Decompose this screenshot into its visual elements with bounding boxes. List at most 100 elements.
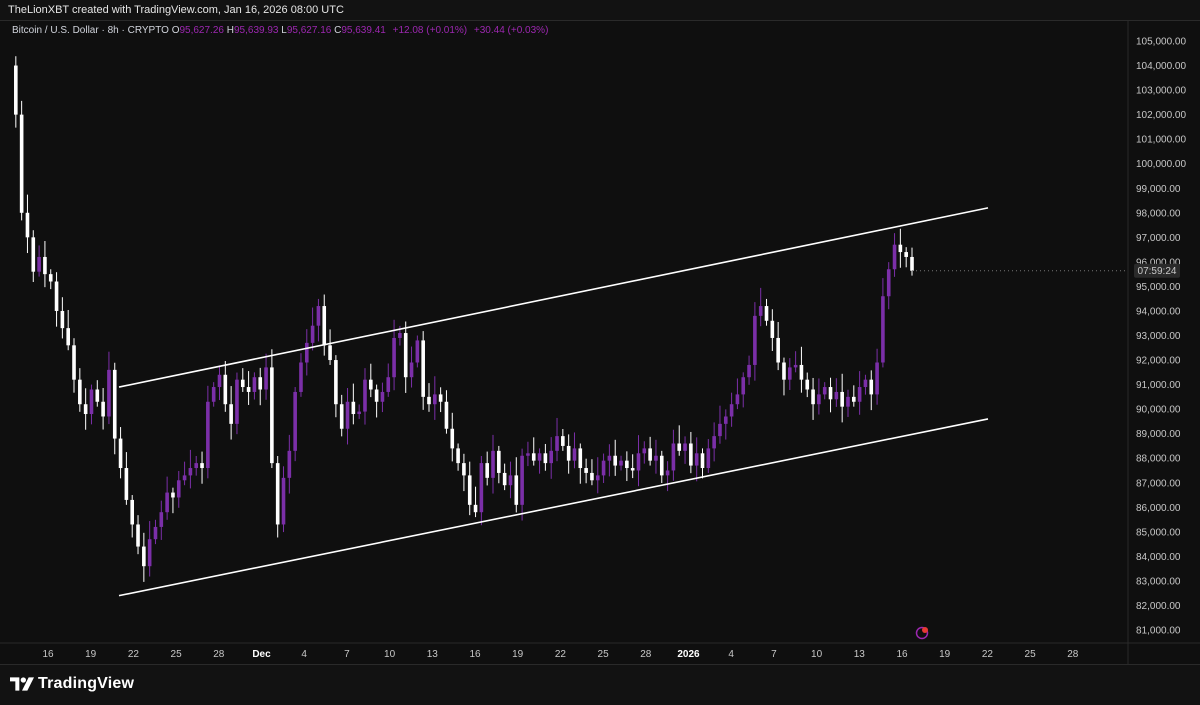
x-tick-label: 2026 — [677, 649, 700, 660]
candle-body — [834, 391, 839, 400]
candle-body — [299, 362, 303, 392]
candle-body — [595, 475, 600, 481]
candle-body — [811, 389, 815, 405]
candle-body — [648, 448, 652, 461]
candle-body — [78, 379, 82, 405]
y-tick-label: 82,000.00 — [1136, 601, 1181, 612]
candle-body — [194, 463, 199, 469]
candle-body — [188, 468, 193, 476]
y-tick-label: 85,000.00 — [1136, 527, 1181, 538]
candle-body — [555, 436, 559, 451]
candle-body — [363, 379, 367, 412]
y-tick-label: 88,000.00 — [1136, 454, 1181, 465]
candle-body — [118, 438, 123, 469]
y-tick-label: 83,000.00 — [1136, 576, 1181, 587]
candle-body — [339, 404, 344, 429]
tradingview-brand: TradingView — [38, 675, 135, 692]
candle-body — [683, 443, 687, 451]
legend-high-label: H — [226, 25, 234, 36]
candle-body — [438, 394, 443, 402]
x-tick-label: 19 — [85, 649, 97, 660]
candle-body — [101, 401, 105, 417]
candle-body — [828, 387, 833, 400]
candle-body — [246, 387, 251, 392]
candle-body — [54, 281, 59, 311]
candle-body — [206, 401, 210, 469]
candle-body — [235, 379, 239, 424]
y-tick-label: 90,000.00 — [1136, 405, 1181, 416]
candle-body — [881, 296, 885, 363]
candle-body — [491, 450, 495, 478]
candle-body — [910, 256, 914, 271]
candle-body — [182, 475, 187, 481]
y-tick-label: 93,000.00 — [1136, 331, 1181, 342]
tradingview-logo[interactable]: TradingView — [10, 675, 134, 693]
candle-body — [886, 269, 891, 297]
candle-body — [200, 463, 204, 469]
candle-body — [613, 455, 618, 466]
candle-body — [334, 360, 338, 405]
candle-body — [729, 404, 734, 417]
y-tick-label: 87,000.00 — [1136, 478, 1181, 489]
event-marker-icon[interactable] — [915, 626, 929, 640]
candle-body — [514, 475, 519, 505]
candle-body — [409, 362, 414, 378]
x-tick-label: 22 — [128, 649, 140, 660]
x-tick-label: 28 — [213, 649, 225, 660]
candle-body — [467, 475, 472, 505]
candle-body — [799, 364, 804, 380]
candle-body — [787, 367, 792, 380]
candle-body — [147, 539, 152, 567]
footer: TradingView — [0, 664, 1200, 705]
candle-body — [374, 389, 379, 402]
x-tick-label: 16 — [896, 649, 908, 660]
y-tick-label: 101,000.00 — [1136, 135, 1186, 146]
candle-body — [770, 320, 775, 338]
candle-body — [351, 401, 356, 415]
candle-body — [95, 389, 100, 402]
y-tick-label: 102,000.00 — [1136, 110, 1186, 121]
candle-body — [310, 325, 315, 343]
candle-body — [805, 379, 810, 390]
candle-body — [665, 470, 670, 476]
candle-body — [159, 512, 164, 527]
candle-body — [124, 468, 129, 500]
candle-body — [433, 394, 437, 405]
x-tick-label: 22 — [555, 649, 567, 660]
price-chart[interactable]: 105,000.00 104,000.00 103,000.00 102,000.00… — [0, 21, 1200, 664]
candle-body — [561, 436, 565, 446]
candle-body — [386, 377, 391, 392]
candle-body — [48, 274, 53, 282]
candle-body — [520, 455, 524, 505]
legend-change: +12.08 (+0.01%) — [392, 25, 468, 36]
attribution-bar: TheLionXBT created with TradingView.com,… — [0, 0, 1200, 21]
candle-body — [252, 377, 257, 392]
candle-body — [572, 448, 577, 461]
candle-body — [153, 526, 158, 540]
candle-body — [817, 394, 821, 405]
x-tick-label: 19 — [939, 649, 951, 660]
candle-body — [852, 396, 856, 402]
y-tick-label: 92,000.00 — [1136, 356, 1181, 367]
candle-body — [380, 391, 385, 402]
candle-body — [72, 345, 76, 380]
candle-body — [25, 212, 30, 238]
candle-body — [689, 443, 693, 466]
candle-body — [642, 448, 647, 454]
candle-body — [229, 404, 233, 424]
candle-body — [875, 362, 879, 395]
candle-body — [421, 340, 425, 397]
channel-lower-line — [118, 418, 989, 597]
candle-body — [171, 492, 175, 498]
candle-body — [456, 448, 460, 464]
candle-body — [526, 453, 530, 456]
candle-body — [398, 333, 402, 338]
y-tick-label: 95,000.00 — [1136, 282, 1181, 293]
candle-body — [863, 379, 868, 388]
candle-body — [316, 306, 321, 326]
chart-frame[interactable]: 105,000.00 104,000.00 103,000.00 102,000.00… — [0, 21, 1200, 664]
x-tick-label: 10 — [811, 649, 823, 660]
candle-body — [543, 453, 548, 464]
x-tick-label: 7 — [344, 649, 350, 660]
candle-body — [537, 453, 542, 461]
